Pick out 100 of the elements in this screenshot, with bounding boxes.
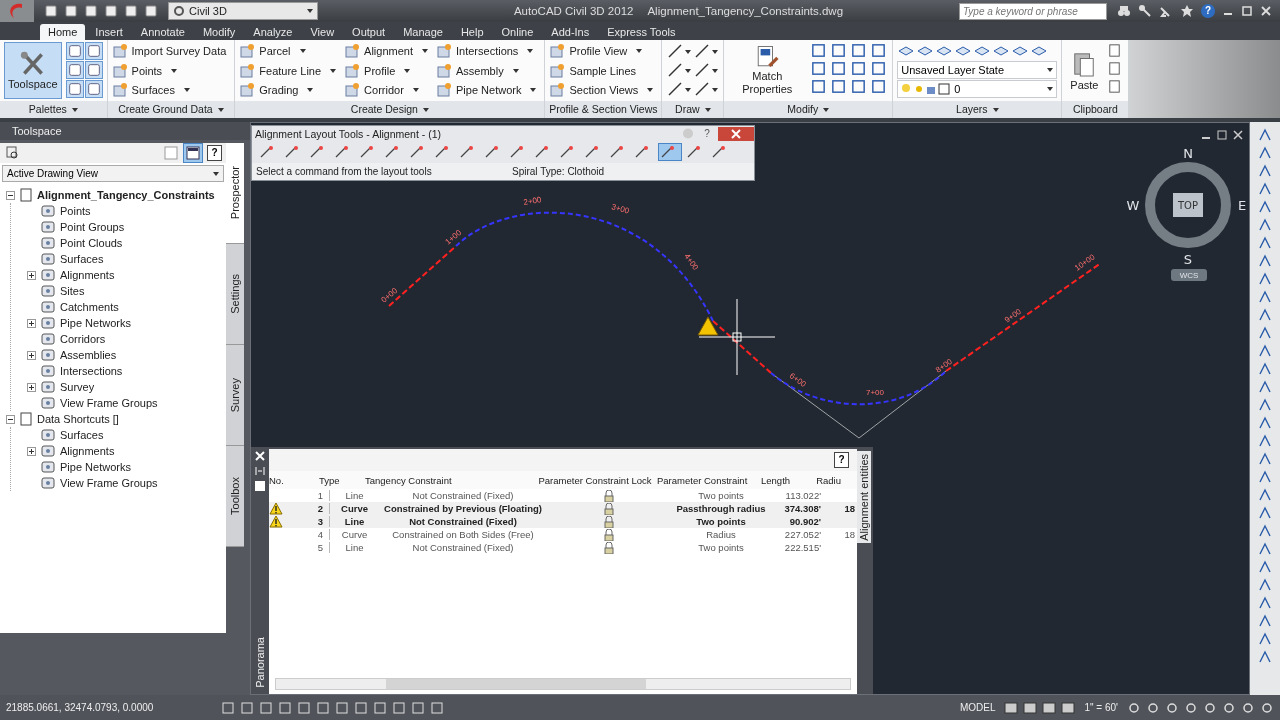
palette-tab[interactable]: Survey (226, 345, 244, 446)
lock-icon[interactable] (604, 515, 614, 528)
drafting-toggle-icon[interactable] (278, 700, 292, 715)
navigation-tool-icon[interactable] (1258, 344, 1272, 358)
line-tool-icon[interactable] (693, 42, 720, 60)
navigation-tool-icon[interactable] (1258, 218, 1272, 232)
tree-toggle-icon[interactable] (27, 350, 36, 360)
ribbon-command[interactable]: Intersections (436, 42, 537, 60)
palette-tab[interactable]: Settings (226, 244, 244, 345)
tree-toggle-icon[interactable] (27, 270, 36, 280)
drafting-toggle-icon[interactable] (430, 700, 444, 715)
modify-tool-icon[interactable] (810, 78, 828, 95)
column-header[interactable]: Parameter Constraint Lock (533, 474, 657, 486)
drafting-toggle-icon[interactable] (335, 700, 349, 715)
column-header[interactable]: Tangency Constraint (365, 474, 533, 486)
layout-view-icon[interactable] (1061, 700, 1076, 715)
ribbon-command[interactable]: Import Survey Data (111, 42, 227, 60)
scrollbar[interactable] (275, 678, 851, 690)
ribbon-command[interactable]: Alignment (344, 42, 428, 60)
ribbon-tab[interactable]: Annotate (132, 24, 193, 40)
modify-tool-icon[interactable] (870, 42, 888, 59)
modify-tool-icon[interactable] (810, 42, 828, 59)
navigation-tool-icon[interactable] (1258, 164, 1272, 178)
navigation-tool-icon[interactable] (1258, 326, 1272, 340)
palette-tab[interactable]: Toolbox (226, 446, 244, 547)
modify-tool-icon[interactable] (850, 60, 868, 77)
tree-item[interactable]: Pipe Networks (60, 317, 131, 329)
status-tool-icon[interactable] (1203, 700, 1217, 715)
tree-item[interactable]: Survey (60, 381, 95, 393)
panel-title[interactable]: Create Ground Data (107, 101, 235, 118)
navigation-tool-icon[interactable] (1258, 146, 1272, 160)
quick-access-icon[interactable] (44, 4, 58, 18)
column-header[interactable]: Parameter Constraint (657, 474, 757, 486)
modify-tool-icon[interactable] (870, 60, 888, 77)
palette-icon[interactable] (84, 80, 103, 98)
status-tool-icon[interactable] (1241, 700, 1255, 715)
tree-item[interactable]: Alignment_Tangency_Constraints (37, 189, 215, 201)
tree-toggle-icon[interactable] (27, 318, 36, 328)
column-header[interactable]: Type (315, 474, 365, 486)
close-icon[interactable] (1260, 5, 1272, 17)
ribbon-tab[interactable]: Help (452, 24, 492, 40)
tree-item[interactable]: Corridors (60, 333, 106, 345)
navigation-tool-icon[interactable] (1258, 272, 1272, 286)
ucs-menu-button[interactable] (1171, 269, 1207, 281)
tree-item[interactable]: Surfaces (60, 429, 104, 441)
paste-button[interactable]: Paste (1066, 42, 1103, 99)
ribbon-command[interactable]: Grading (239, 81, 337, 99)
palette-icon[interactable] (84, 61, 103, 79)
line-tool-icon[interactable] (693, 61, 720, 79)
tree-item[interactable]: Intersections (60, 365, 123, 377)
navigation-tool-icon[interactable] (1258, 398, 1272, 412)
tree-toggle-icon[interactable] (6, 414, 15, 424)
workspace-dropdown[interactable]: Civil 3D (168, 2, 318, 20)
column-header[interactable]: Radiu (811, 474, 841, 486)
view-dropdown[interactable]: Active Drawing View (2, 165, 224, 182)
auto-hide-icon[interactable] (255, 467, 265, 475)
ribbon-command[interactable]: Feature Line (239, 61, 337, 80)
modify-tool-icon[interactable] (850, 78, 868, 95)
drafting-toggle-icon[interactable] (240, 700, 254, 715)
toolspace-button[interactable]: Toolspace (4, 42, 62, 99)
ribbon-command[interactable]: Sample Lines (549, 61, 654, 80)
panorama-tab[interactable]: Alignment entities (857, 451, 871, 543)
panel-title[interactable]: Profile & Section Views (545, 101, 662, 118)
tree-item[interactable]: Data Shortcuts [] (37, 413, 119, 425)
ribbon-command[interactable]: Surfaces (111, 81, 227, 99)
drafting-toggle-icon[interactable] (373, 700, 387, 715)
ribbon-tab[interactable]: Add-Ins (543, 24, 598, 40)
drafting-toggle-icon[interactable] (259, 700, 273, 715)
layer-dropdown[interactable]: 0 (897, 80, 1058, 98)
lock-icon[interactable] (604, 489, 614, 502)
drafting-toggle-icon[interactable] (297, 700, 311, 715)
ribbon-command[interactable]: Profile (344, 61, 428, 80)
tree-toggle-icon[interactable] (6, 190, 15, 200)
lock-icon[interactable] (604, 541, 614, 554)
match-properties-button[interactable]: Match Properties (728, 42, 807, 99)
tree-toggle-icon[interactable] (27, 446, 36, 456)
navigation-tool-icon[interactable] (1258, 596, 1272, 610)
navigation-tool-icon[interactable] (1258, 128, 1272, 142)
navigation-tool-icon[interactable] (1258, 434, 1272, 448)
palette-icon[interactable] (65, 80, 84, 98)
help-button[interactable]: ? (207, 145, 222, 161)
search-field[interactable]: Type a keyword or phrase (959, 2, 1107, 20)
layout-view-icon[interactable] (1042, 700, 1057, 715)
search-icon[interactable] (6, 146, 20, 160)
navigation-tool-icon[interactable] (1258, 542, 1272, 556)
panel-title[interactable]: Draw (662, 101, 724, 118)
model-button[interactable]: MODEL (955, 702, 1000, 713)
ribbon-tab[interactable]: View (302, 24, 343, 40)
navigation-tool-icon[interactable] (1258, 650, 1272, 664)
navigation-tool-icon[interactable] (1258, 290, 1272, 304)
navigation-tool-icon[interactable] (1258, 200, 1272, 214)
navigation-tool-icon[interactable] (1258, 470, 1272, 484)
help-button[interactable]: ? (834, 452, 849, 468)
ribbon-tab[interactable]: Home (40, 24, 86, 40)
navigation-tool-icon[interactable] (1258, 632, 1272, 646)
tree-item[interactable]: Sites (60, 285, 85, 297)
status-tool-icon[interactable] (1184, 700, 1198, 715)
layout-view-icon[interactable] (1004, 700, 1019, 715)
status-tool-icon[interactable] (1222, 700, 1236, 715)
modify-tool-icon[interactable] (870, 78, 888, 95)
